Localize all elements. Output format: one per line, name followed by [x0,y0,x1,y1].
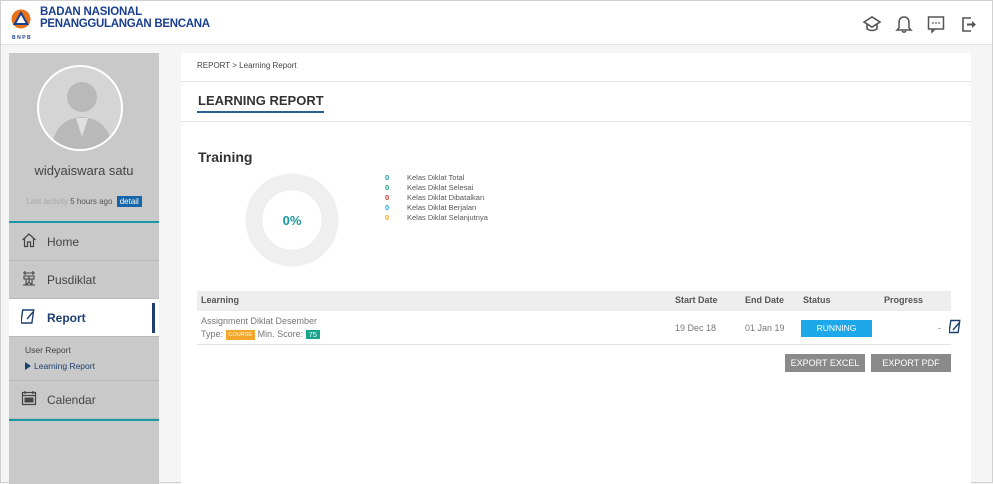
legend-label: Kelas Diklat Dibatalkan [407,193,485,202]
sidebar-item-home[interactable]: Home [9,223,159,261]
page-title-underline [197,111,324,113]
calendar-icon [21,391,37,406]
app-window: BNPB BADAN NASIONAL PENANGGULANGAN BENCA… [0,0,993,484]
legend-label: Kelas Diklat Selanjutnya [407,213,488,222]
donut-percent: 0% [282,213,302,228]
report-submenu: User Report Learning Report [9,337,159,381]
export-excel-button[interactable]: EXPORT EXCEL [785,354,865,372]
sidebar-item-report[interactable]: Report [9,299,159,337]
type-label: Type: [201,329,224,339]
status-badge: RUNNING [801,320,872,337]
table-header: Learning Start Date End Date Status Prog… [197,291,951,311]
sidebar-item-label: Pusdiklat [47,273,96,287]
col-learning: Learning [201,295,240,305]
bell-icon[interactable] [894,14,914,34]
learning-title[interactable]: Assignment Diklat Desember [201,316,317,326]
last-activity-time: 5 hours ago [70,197,113,206]
user-name: widyaiswara satu [34,163,134,178]
sidebar-item-pusdiklat[interactable]: Pusdiklat [9,261,159,299]
divider [181,81,971,82]
brand-name-line2: PENANGGULANGAN BENCANA [40,18,210,30]
legend-count: 0 [385,173,390,182]
sidebar-item-calendar[interactable]: Calendar [9,381,159,419]
start-date: 19 Dec 18 [675,323,717,333]
col-progress: Progress [884,295,924,305]
brand-name-line1: BADAN NASIONAL [40,6,142,18]
last-activity-label: Last activity [26,197,68,206]
page-title: LEARNING REPORT [198,93,324,108]
avatar[interactable] [37,65,123,151]
submenu-user-report[interactable]: User Report [25,345,71,355]
sidebar-divider [9,419,159,421]
breadcrumb: REPORT > Learning Report [197,61,297,70]
submenu-learning-report[interactable]: Learning Report [34,361,95,371]
logout-icon[interactable] [959,14,979,34]
min-score-badge: 75 [305,330,320,339]
legend-label: Kelas Diklat Selesai [407,183,474,192]
end-date: 01 Jan 19 [745,323,785,333]
col-end-date: End Date [745,295,785,305]
legend-count: 0 [385,183,390,192]
academy-icon[interactable] [862,14,882,34]
active-indicator [152,303,155,333]
legend-label: Kelas Diklat Berjalan [407,203,477,212]
sidebar-item-label: Calendar [47,393,96,407]
report-edit-icon [21,309,35,324]
min-score-label: Min. Score: [257,329,304,339]
legend-count: 0 [385,203,390,212]
col-status: Status [803,295,831,305]
type-badge: COURSE [225,330,256,340]
top-bar: BNPB BADAN NASIONAL PENANGGULANGAN BENCA… [1,1,992,45]
divider [181,121,971,122]
learning-meta: Type: COURSE Min. Score: 75 [201,329,320,340]
section-title: Training [198,149,253,165]
last-activity: Last activity 5 hours ago detail [9,196,159,207]
sidebar-item-label: Report [47,311,86,325]
main-content: REPORT > Learning Report LEARNING REPORT… [181,53,971,484]
sidebar-item-label: Home [47,235,80,249]
user-silhouette-icon [51,82,113,149]
brand-abbr: BNPB [12,35,33,41]
edit-icon[interactable] [949,319,963,335]
table-row[interactable]: Assignment Diklat Desember Type: COURSE … [197,311,961,345]
col-start-date: Start Date [675,295,718,305]
chat-icon[interactable] [926,14,946,34]
building-icon [23,271,35,286]
export-pdf-button[interactable]: EXPORT PDF [871,354,951,372]
legend-count: 0 [385,213,390,222]
progress-value: - [938,323,941,333]
legend-count: 0 [385,193,390,202]
caret-right-icon [25,362,31,370]
detail-button[interactable]: detail [116,196,142,207]
legend-label: Kelas Diklat Total [407,173,465,182]
home-icon [22,233,36,248]
